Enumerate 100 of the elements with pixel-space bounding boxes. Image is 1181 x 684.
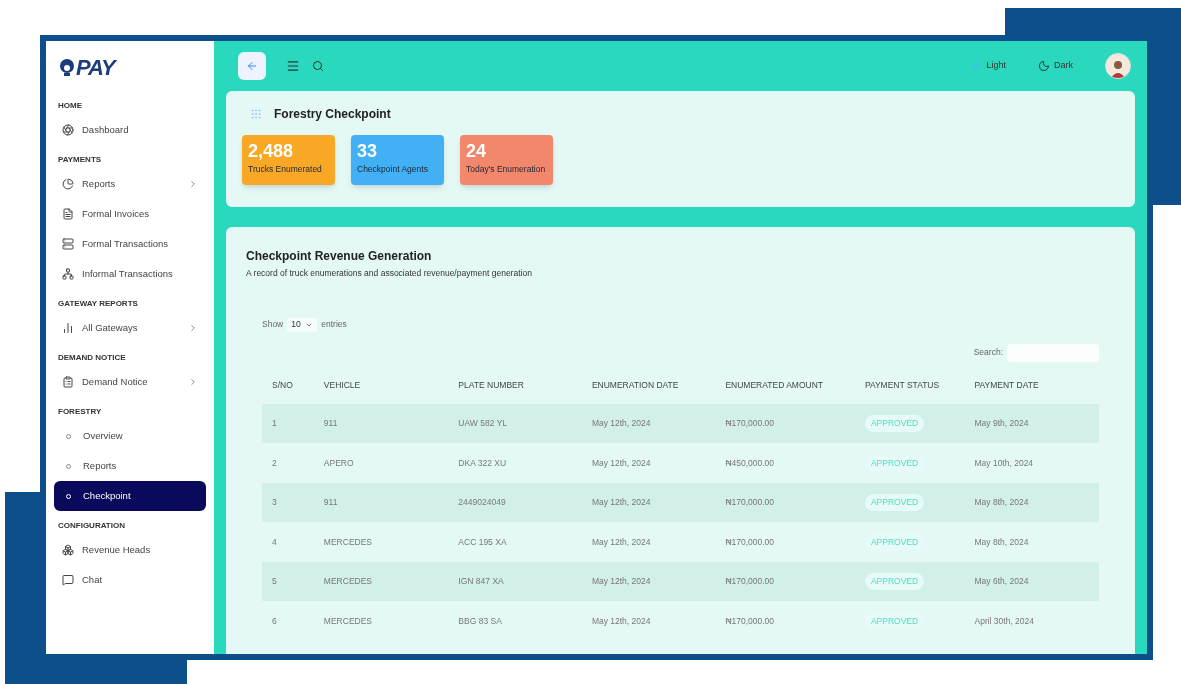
sidebar-item-label: Dashboard	[82, 122, 129, 137]
table-cell: ₦170,000.00	[725, 418, 775, 429]
section-title: HOME	[57, 100, 83, 112]
table-cell: MERCEDES	[323, 615, 373, 626]
table-cell: May 12th, 2024	[591, 576, 651, 587]
table-cell: ₦170,000.00	[725, 576, 775, 587]
table-cell: May 12th, 2024	[591, 497, 651, 508]
section-title: PAYMENTS	[57, 154, 103, 166]
stat-label: Today's Enumeration	[466, 163, 547, 176]
sidebar-item-label: Formal Transactions	[82, 236, 169, 251]
table-cell: DKA 322 XU	[458, 457, 507, 468]
page-size-select[interactable]: 10	[287, 317, 318, 332]
table-cell: 6	[272, 615, 277, 626]
table-cell: May 8th, 2024	[974, 497, 1029, 508]
sidebar-item[interactable]: Formal Invoices	[54, 199, 206, 229]
table-cell: 4	[272, 536, 277, 547]
stat-value: 24	[466, 140, 488, 163]
column-header: PLATE NUMBER	[457, 379, 525, 393]
person-silhouette-icon	[1110, 58, 1126, 78]
column-header: ENUMERATED AMOUNT	[724, 379, 824, 393]
table-cell: April 30th, 2024	[974, 615, 1035, 626]
avatar[interactable]	[1105, 53, 1131, 79]
status-badge: APPROVED	[864, 494, 925, 511]
card-subtitle: A record of truck enumerations and associated revenue/payment generation	[246, 267, 533, 280]
table-cell: APERO	[323, 457, 354, 468]
sidebar-item-label: Revenue Heads	[82, 542, 151, 557]
sidebar-item[interactable]: Dashboard	[54, 115, 206, 145]
server-icon	[62, 238, 74, 250]
sidebar-item[interactable]: Formal Transactions	[54, 229, 206, 259]
show-label: Show	[262, 318, 284, 332]
entries-label: entries	[321, 318, 347, 332]
table-cell: 2	[272, 457, 277, 468]
table-cell: ACC 195 XA	[458, 536, 507, 547]
network-icon	[62, 268, 74, 280]
table-cell: 2449024049	[458, 497, 506, 508]
sidebar-item-label: Checkpoint	[83, 488, 131, 503]
stat-label: Trucks Enumerated	[248, 163, 323, 176]
column-header: PAYMENT DATE	[973, 379, 1040, 393]
table-cell: MERCEDES	[323, 576, 373, 587]
column-header: S/NO	[271, 379, 294, 393]
sidebar-item-label: Overview	[83, 428, 123, 443]
table-cell: May 6th, 2024	[974, 576, 1029, 587]
sidebar-item[interactable]: Overview	[54, 421, 206, 451]
sidebar-item[interactable]: All Gateways	[54, 313, 206, 343]
menu-icon[interactable]	[286, 59, 300, 73]
table-cell: May 8th, 2024	[974, 536, 1029, 547]
section-title: DEMAND NOTICE	[57, 352, 127, 364]
sidebar-item-label: Reports	[83, 458, 117, 473]
table-cell: May 10th, 2024	[974, 457, 1034, 468]
status-badge: APPROVED	[864, 415, 925, 432]
sidebar-item[interactable]: Informal Transactions	[54, 259, 206, 289]
sidebar-item-label: Informal Transactions	[82, 266, 173, 281]
boxes-icon	[62, 544, 74, 556]
table-cell: May 12th, 2024	[591, 418, 651, 429]
page-title: Forestry Checkpoint	[274, 106, 391, 123]
search-icon[interactable]	[312, 60, 324, 72]
stat-value: 33	[357, 140, 379, 163]
table-cell: ₦170,000.00	[725, 536, 775, 547]
arrow-left-icon	[246, 60, 258, 72]
logo-icon	[58, 57, 76, 77]
table-cell: 3	[272, 497, 277, 508]
clipboard-icon	[62, 376, 74, 388]
sidebar-item[interactable]: Checkpoint	[54, 481, 206, 511]
table-cell: UAW 582 YL	[458, 418, 508, 429]
table-cell: May 12th, 2024	[591, 615, 651, 626]
table-cell: May 12th, 2024	[591, 536, 651, 547]
grid-dots-icon	[250, 108, 262, 120]
stat-value: 2,488	[248, 140, 295, 163]
document-icon	[62, 208, 74, 220]
sidebar-item[interactable]: Revenue Heads	[54, 535, 206, 565]
search-label: Search:	[973, 346, 1003, 360]
table-cell: 5	[272, 576, 277, 587]
sidebar-item[interactable]: Reports	[54, 451, 206, 481]
column-header: PAYMENT STATUS	[863, 379, 941, 393]
logo-text: PAY	[76, 53, 115, 82]
table-cell: BBG 83 SA	[458, 615, 502, 626]
table-cell: 911	[323, 497, 338, 508]
sidebar-item[interactable]: Reports	[54, 169, 206, 199]
section-title: GATEWAY REPORTS	[57, 298, 139, 310]
sidebar-item-label: All Gateways	[82, 320, 138, 335]
sidebar-item-label: Formal Invoices	[82, 206, 150, 221]
sidebar-item[interactable]: Chat	[54, 565, 206, 595]
section-title: FORESTRY	[57, 406, 103, 418]
table-cell: MERCEDES	[323, 536, 373, 547]
chat-icon	[62, 574, 74, 586]
status-badge: APPROVED	[864, 573, 925, 590]
sun-icon	[970, 60, 983, 72]
column-header: VEHICLE	[322, 379, 362, 393]
table-cell: May 12th, 2024	[591, 457, 651, 468]
table-cell: 1	[272, 418, 277, 429]
sidebar-item[interactable]: Demand Notice	[54, 367, 206, 397]
sidebar-item-label: Reports	[82, 176, 116, 191]
table-cell: ₦450,000.00	[725, 457, 775, 468]
signal-bars-icon	[62, 322, 74, 334]
card-title: Checkpoint Revenue Generation	[246, 248, 433, 265]
stat-label: Checkpoint Agents	[357, 163, 429, 176]
light-mode-button[interactable]: Light	[970, 59, 1006, 73]
table-cell: May 9th, 2024	[974, 418, 1029, 429]
sidebar-item-label: Demand Notice	[82, 374, 148, 389]
dark-mode-button[interactable]: Dark	[1038, 59, 1073, 73]
